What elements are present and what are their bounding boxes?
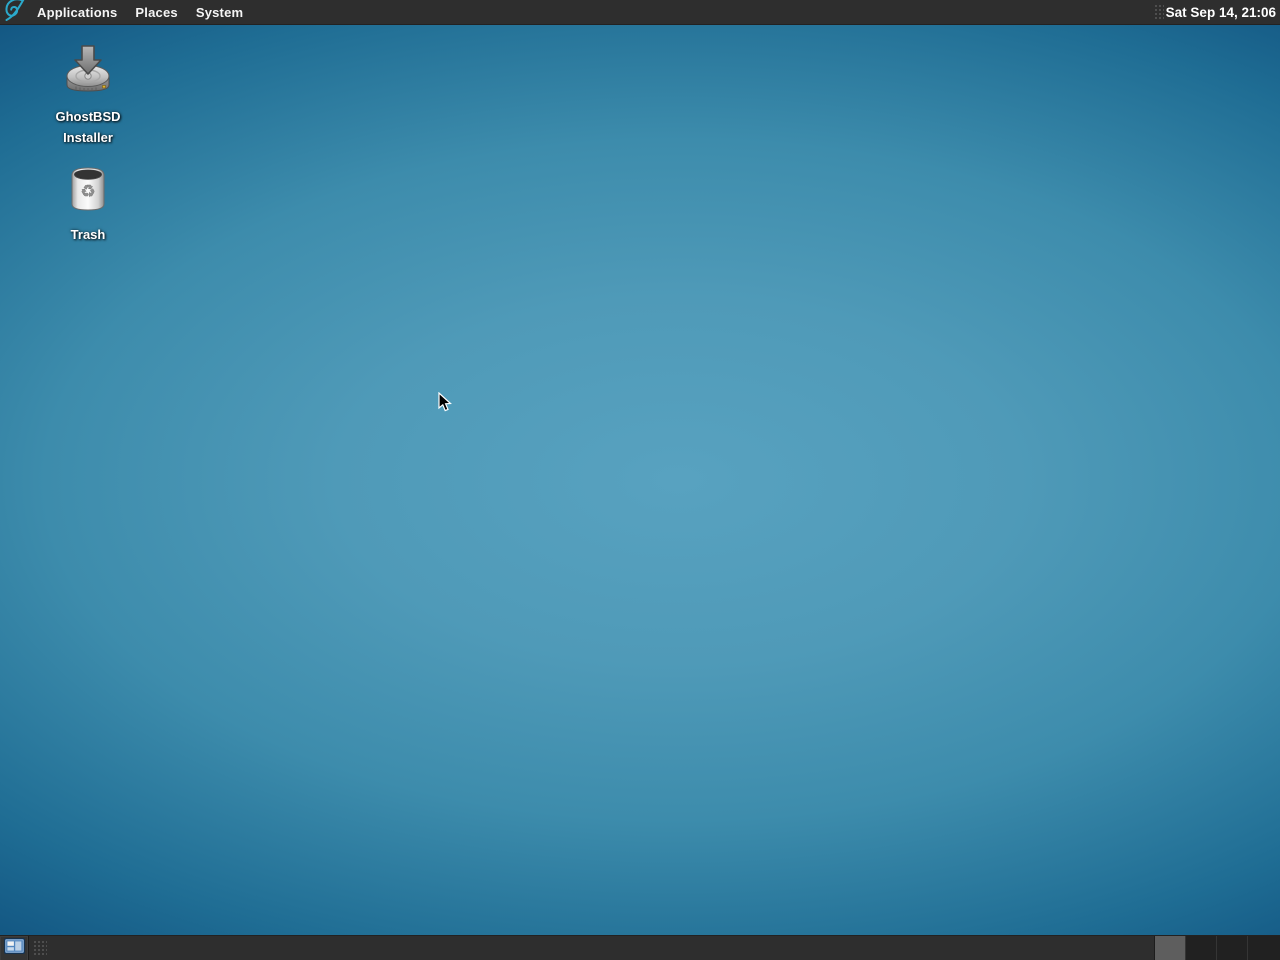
top-panel: Applications Places System Sat Sep 14, 2… <box>0 0 1280 25</box>
show-desktop-button[interactable] <box>0 936 29 960</box>
trash-can-icon: ♻ <box>65 166 111 217</box>
desktop-icon-trash[interactable]: ♻ Trash <box>46 166 130 245</box>
bottom-panel <box>0 935 1280 960</box>
workspace-cell-2[interactable] <box>1186 936 1217 960</box>
desktop-wallpaper <box>0 0 1280 960</box>
installer-harddrive-icon <box>64 44 112 99</box>
desktop-icon-label: GhostBSD Installer <box>46 106 130 148</box>
menu-applications[interactable]: Applications <box>28 0 126 24</box>
window-list-drag-handle[interactable] <box>33 940 47 957</box>
show-desktop-icon <box>4 938 25 959</box>
workspace-cell-4[interactable] <box>1248 936 1280 960</box>
workspace-switcher[interactable] <box>1154 936 1280 960</box>
menu-system[interactable]: System <box>187 0 252 24</box>
workspace-cell-1[interactable] <box>1155 936 1186 960</box>
workspace-cell-3[interactable] <box>1217 936 1248 960</box>
menu-places[interactable]: Places <box>126 0 186 24</box>
ghostbsd-menu-button[interactable] <box>0 0 28 24</box>
svg-text:♻: ♻ <box>80 182 95 202</box>
desktop-icon-label: Trash <box>71 224 106 245</box>
ghostbsd-logo-icon <box>3 0 25 26</box>
clock-applet[interactable]: Sat Sep 14, 21:06 <box>1166 5 1280 20</box>
desktop-icon-ghostbsd-installer[interactable]: GhostBSD Installer <box>46 44 130 148</box>
mouse-cursor <box>438 392 454 419</box>
clock-applet-drag-handle[interactable] <box>1154 4 1164 21</box>
